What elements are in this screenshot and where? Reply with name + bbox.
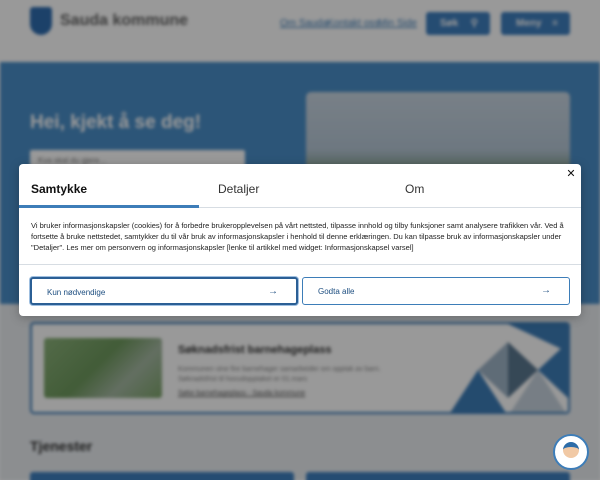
arrow-right-icon: →: [541, 285, 551, 296]
close-icon[interactable]: ✕: [564, 167, 578, 181]
accept-all-label: Godta alle: [318, 287, 355, 296]
tab-om[interactable]: Om: [405, 182, 424, 196]
consent-description: Vi bruker informasjonskapsler (cookies) …: [31, 221, 564, 252]
necessary-only-button[interactable]: Kun nødvendige →: [30, 277, 298, 305]
necessary-only-label: Kun nødvendige: [47, 288, 106, 297]
cookie-consent-dialog: ✕ Samtykke Detaljer Om Vi bruker informa…: [19, 164, 581, 316]
tab-detaljer[interactable]: Detaljer: [218, 182, 259, 196]
arrow-right-icon: →: [268, 286, 278, 297]
chat-assistant-button[interactable]: [553, 434, 589, 470]
active-tab-indicator: [19, 205, 199, 208]
assistant-avatar-icon: [563, 442, 579, 458]
tab-samtykke[interactable]: Samtykke: [31, 182, 87, 196]
accept-all-button[interactable]: Godta alle →: [302, 277, 570, 305]
divider: [19, 264, 581, 265]
